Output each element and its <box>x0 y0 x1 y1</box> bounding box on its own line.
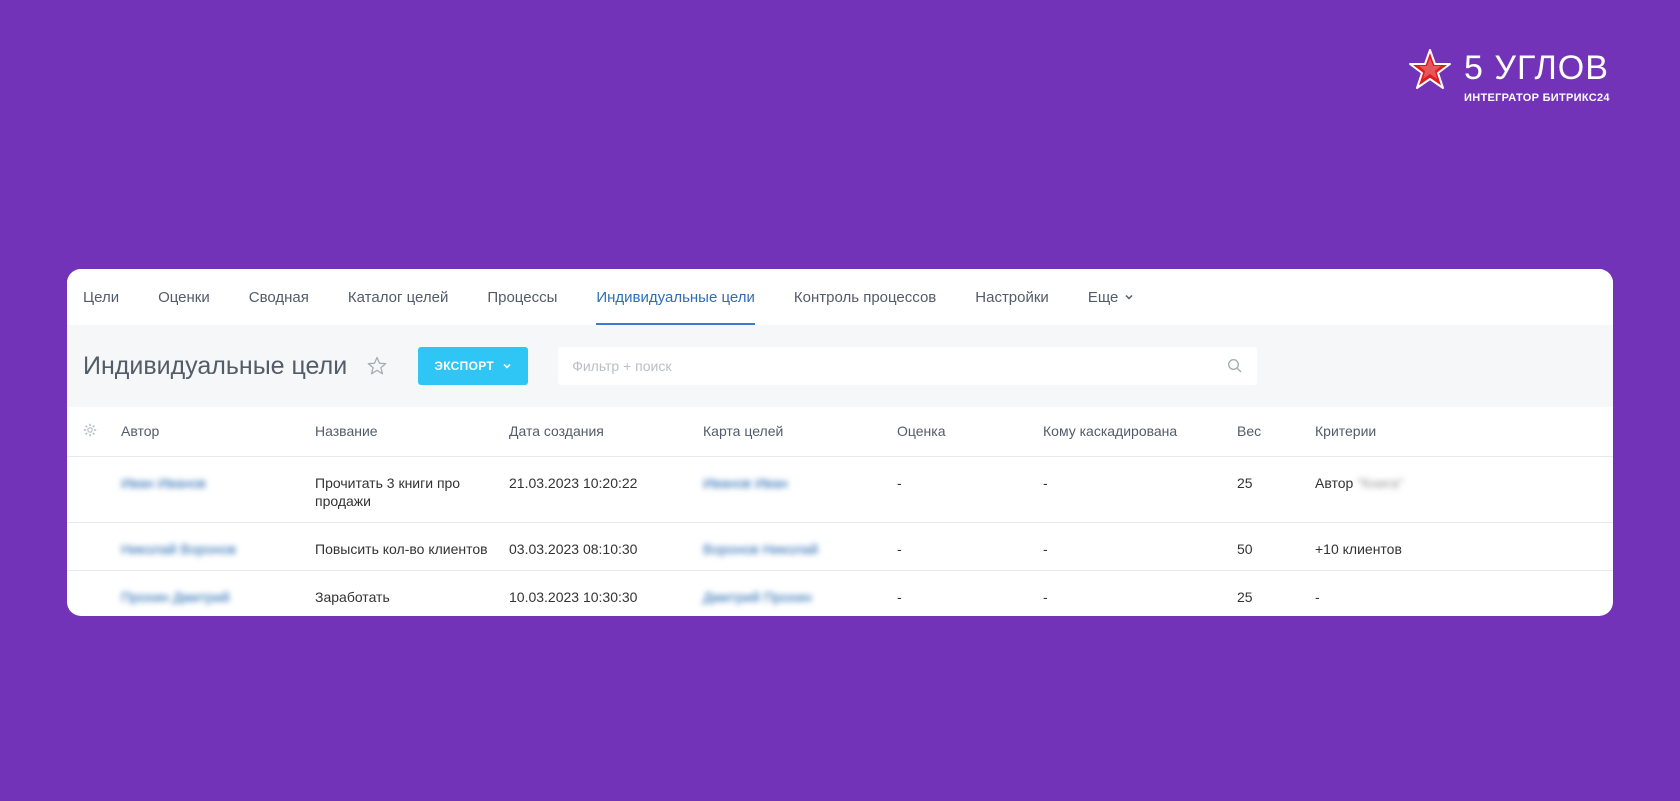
tab-summary[interactable]: Сводная <box>249 269 309 325</box>
author-link[interactable]: Прохин Дмитрий <box>121 589 230 605</box>
export-button-label: ЭКСПОРТ <box>434 359 494 373</box>
goal-map-link[interactable]: Воронов Николай <box>703 541 818 557</box>
tab-label: Процессы <box>487 288 558 306</box>
star-icon[interactable] <box>367 356 387 376</box>
column-header[interactable]: Дата создания <box>509 407 703 457</box>
column-header[interactable]: Критерии <box>1315 407 1613 457</box>
goal-map-link[interactable]: Дмитрий Прохин <box>703 589 812 605</box>
tab-label: Настройки <box>975 288 1049 306</box>
top-tabs: Цели Оценки Сводная Каталог целей Процес… <box>67 269 1613 325</box>
criteria-cell: - <box>1315 588 1320 605</box>
weight-cell: 25 <box>1237 456 1315 523</box>
goal-name-cell: Заработать <box>315 588 390 605</box>
goals-table: Автор Название Дата создания Карта целей… <box>67 407 1613 616</box>
column-header[interactable]: Кому каскадирована <box>1043 407 1237 457</box>
cascaded-cell: - <box>1043 456 1237 523</box>
criteria-cell: +10 клиентов <box>1315 522 1613 571</box>
goal-map-cell[interactable]: Дмитрий Прохин <box>703 570 897 616</box>
search-input[interactable] <box>572 358 1228 374</box>
tab-label: Оценки <box>158 288 210 306</box>
author-cell[interactable]: Иван Иванов <box>121 456 315 523</box>
created-date-cell: 21.03.2023 10:20:22 <box>509 456 703 523</box>
tab-goals[interactable]: Цели <box>83 269 119 325</box>
gear-icon[interactable] <box>83 423 97 437</box>
row-spacer <box>67 570 121 616</box>
criteria-cell: Автор "Книга" <box>1315 456 1613 523</box>
criteria-extra: "Книга" <box>1357 474 1404 491</box>
author-cell[interactable]: Николай Воронов <box>121 522 315 571</box>
author-link[interactable]: Иван Иванов <box>121 475 206 491</box>
chevron-down-icon <box>1125 294 1133 300</box>
tab-label: Сводная <box>248 288 309 306</box>
rating-cell: - <box>897 522 1043 571</box>
goal-name-cell: Повысить кол-во клиентов <box>315 522 509 571</box>
toolbar: Индивидуальные цели ЭКСПОРТ <box>67 325 1613 407</box>
goal-name-line: Прочитать 3 книги про <box>315 474 461 491</box>
cascaded-cell: - <box>1043 522 1237 571</box>
page-title: Индивидуальные цели <box>83 351 348 380</box>
rating-cell: - <box>897 588 902 605</box>
weight-cell: 25 <box>1237 588 1253 605</box>
brand-name: 5 УГЛОВ <box>1464 49 1609 87</box>
author-link[interactable]: Николай Воронов <box>121 541 236 557</box>
created-date-cell: 10.03.2023 10:30:30 <box>509 588 638 605</box>
tab-individual-goals[interactable]: Индивидуальные цели <box>596 269 755 325</box>
table-row[interactable]: Прохин Дмитрий Заработать 10.03.2023 10:… <box>67 570 1613 616</box>
column-header[interactable]: Оценка <box>897 407 1043 457</box>
tab-process-control[interactable]: Контроль процессов <box>794 269 936 325</box>
column-header[interactable]: Карта целей <box>703 407 897 457</box>
tab-label: Еще <box>1087 288 1119 306</box>
table-header-row: Автор Название Дата создания Карта целей… <box>67 407 1613 457</box>
tab-processes[interactable]: Процессы <box>487 269 557 325</box>
table-row[interactable]: Николай Воронов Повысить кол-во клиентов… <box>67 522 1613 571</box>
column-header[interactable]: Автор <box>121 407 315 457</box>
goal-name-cell: Прочитать 3 книги про продажи <box>315 456 509 523</box>
tab-ratings[interactable]: Оценки <box>158 269 210 325</box>
table-row[interactable]: Иван Иванов Прочитать 3 книги про продажи… <box>67 456 1613 523</box>
goal-name-line: продажи <box>315 492 371 509</box>
star-logo-icon <box>1409 49 1451 89</box>
column-header[interactable]: Вес <box>1237 407 1315 457</box>
tab-more[interactable]: Еще <box>1088 269 1135 325</box>
cascaded-cell: - <box>1043 588 1048 605</box>
tab-label: Каталог целей <box>347 288 449 306</box>
filter-search[interactable] <box>558 347 1258 385</box>
tab-goal-catalog[interactable]: Каталог целей <box>348 269 448 325</box>
goal-map-cell[interactable]: Воронов Николай <box>703 522 897 571</box>
tab-settings[interactable]: Настройки <box>975 269 1049 325</box>
tab-label: Индивидуальные цели <box>596 288 755 306</box>
search-icon[interactable] <box>1227 358 1243 374</box>
rating-cell: - <box>897 456 1043 523</box>
settings-cell <box>67 407 121 457</box>
goal-map-link[interactable]: Иванов Иван <box>703 475 788 491</box>
app-window: Цели Оценки Сводная Каталог целей Процес… <box>67 269 1613 616</box>
column-header[interactable]: Название <box>315 407 509 457</box>
created-date-cell: 03.03.2023 08:10:30 <box>509 522 703 571</box>
brand-subtitle: ИНТЕГРАТОР БИТРИКС24 <box>1464 92 1610 104</box>
weight-cell: 50 <box>1237 522 1315 571</box>
tab-label: Цели <box>83 288 120 306</box>
author-cell[interactable]: Прохин Дмитрий <box>121 570 315 616</box>
chevron-down-icon <box>503 363 511 369</box>
export-button[interactable]: ЭКСПОРТ <box>418 347 529 385</box>
row-spacer <box>67 456 121 523</box>
tab-label: Контроль процессов <box>793 288 937 306</box>
brand-logo: 5 УГЛОВ ИНТЕГРАТОР БИТРИКС24 <box>1408 48 1610 104</box>
row-spacer <box>67 522 121 571</box>
goal-map-cell[interactable]: Иванов Иван <box>703 456 897 523</box>
criteria-text: Автор <box>1315 474 1354 491</box>
